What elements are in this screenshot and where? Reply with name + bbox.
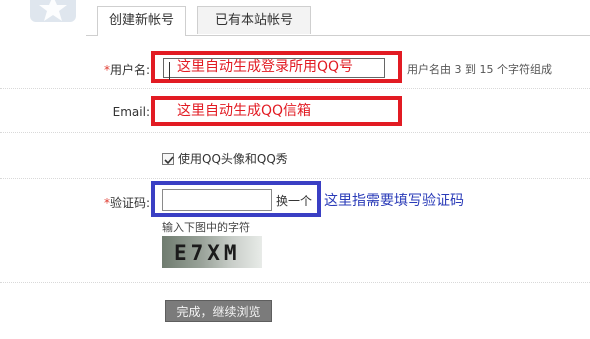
use-qq-avatar-checkbox[interactable] — [162, 152, 174, 165]
row-divider — [0, 178, 590, 179]
captcha-label: *验证码: — [104, 194, 150, 211]
captcha-glyphs: E7XM — [174, 241, 241, 265]
captcha-image[interactable]: E7XM — [162, 236, 262, 268]
row-divider — [0, 132, 590, 133]
captcha-text: E7XM — [174, 241, 241, 265]
username-label: *用户名: — [104, 61, 150, 78]
use-qq-avatar-option[interactable]: 使用QQ头像和QQ秀 — [162, 150, 288, 167]
tab-existing-account[interactable]: 已有本站帐号 — [197, 6, 311, 34]
captcha-image-hint: 输入下图中的字符 — [162, 221, 250, 234]
tab-create-account[interactable]: 创建新帐号 — [97, 6, 186, 36]
captcha-annotation-text: 这里指需要填写验证码 — [324, 193, 464, 209]
username-label-text: 用户名: — [109, 63, 150, 77]
email-label: Email: — [112, 105, 150, 119]
text-cursor — [169, 62, 170, 80]
checkmark-icon — [164, 155, 174, 164]
use-qq-avatar-label: 使用QQ头像和QQ秀 — [178, 152, 288, 166]
username-annotation-text: 这里自动生成登录所用QQ号 — [177, 59, 354, 75]
row-divider — [0, 88, 590, 89]
username-hint: 用户名由 3 到 15 个字符组成 — [407, 63, 552, 76]
captcha-refresh-link[interactable]: 换一个 — [276, 192, 312, 209]
row-divider — [0, 282, 590, 283]
username-annotation-box: 这里自动生成登录所用QQ号 — [151, 51, 402, 83]
captcha-label-text: 验证码: — [109, 196, 150, 210]
star-logo-icon — [39, 0, 67, 21]
captcha-input[interactable] — [162, 189, 272, 211]
site-logo — [30, 0, 76, 22]
email-annotation-box: 这里自动生成QQ信箱 — [151, 96, 402, 126]
submit-button[interactable]: 完成，继续浏览 — [165, 300, 272, 322]
email-annotation-text: 这里自动生成QQ信箱 — [177, 103, 312, 119]
